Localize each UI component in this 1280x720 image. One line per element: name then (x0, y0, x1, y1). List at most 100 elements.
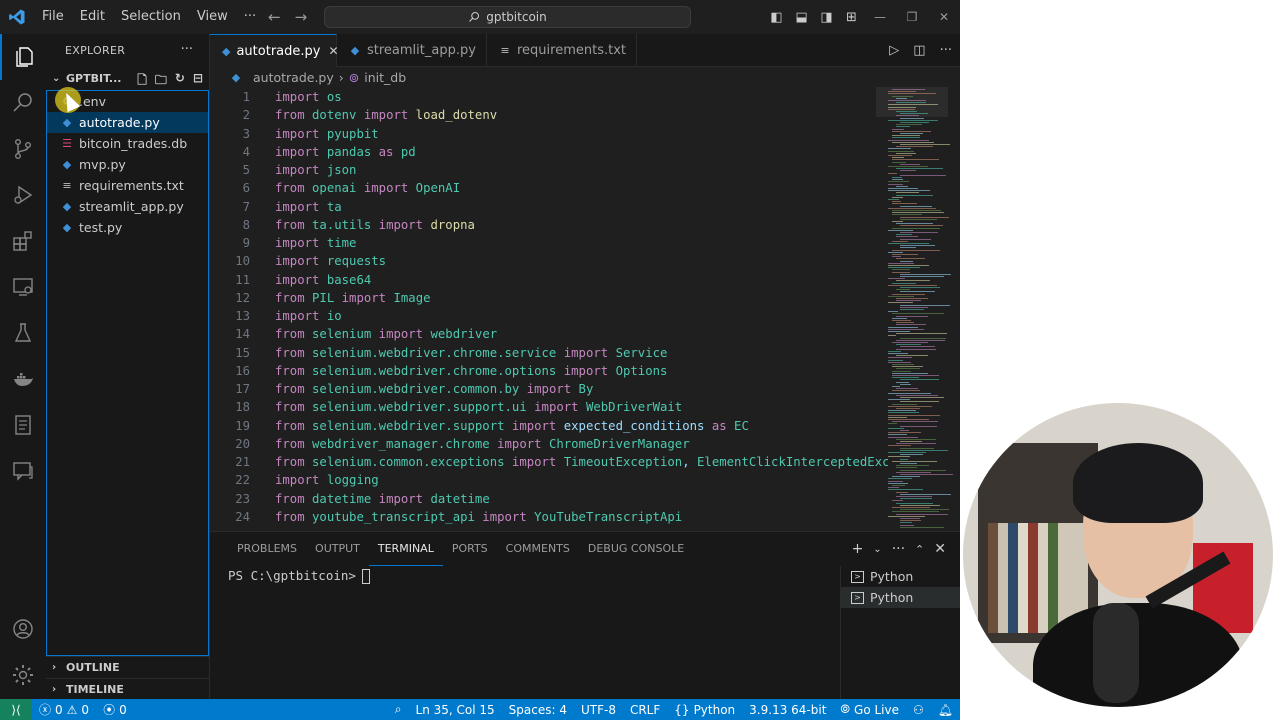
toggle-panel-icon[interactable]: ⬓ (789, 10, 814, 25)
menu-selection[interactable]: Selection (113, 0, 189, 34)
breadcrumb-file[interactable]: autotrade.py (253, 70, 334, 85)
menu-view[interactable]: View (189, 0, 236, 34)
code-line[interactable]: 13 import io (210, 307, 885, 325)
code-line[interactable]: 19 from selenium.webdriver.support import… (210, 417, 885, 435)
split-editor-icon[interactable]: ◫ (913, 43, 925, 58)
tab-terminal[interactable]: TERMINAL (368, 532, 443, 566)
chat-icon[interactable] (0, 448, 46, 494)
end-of-line[interactable]: CRLF (623, 703, 667, 717)
terminal-dropdown-icon[interactable]: ⌄ (873, 544, 881, 555)
code-line[interactable]: 2 from dotenv import load_dotenv (210, 106, 885, 124)
timeline-section[interactable]: › TIMELINE (46, 678, 209, 700)
account-icon[interactable] (0, 606, 46, 652)
collapse-all-icon[interactable]: ⊟ (193, 71, 203, 92)
back-arrow-icon[interactable]: ← (268, 8, 281, 26)
docker-icon[interactable] (0, 356, 46, 402)
explorer-more-icon[interactable]: ··· (181, 42, 193, 57)
code-line[interactable]: 20 from webdriver_manager.chrome import C… (210, 435, 885, 453)
new-file-icon[interactable]: 🗋 (137, 71, 147, 92)
folder-header[interactable]: ⌄ GPTBIT... 🗋 🗀 ↻ ⊟ (46, 67, 209, 89)
cursor-position[interactable]: Ln 35, Col 15 (409, 703, 502, 717)
tree-item-autotrade[interactable]: ◆ autotrade.py (47, 112, 208, 133)
tab-comments[interactable]: COMMENTS (497, 532, 579, 566)
terminal-more-icon[interactable]: ··· (892, 541, 905, 557)
run-python-file-icon[interactable]: ▷ (889, 43, 899, 58)
tab-streamlit-app[interactable]: ◆ streamlit_app.py (337, 34, 487, 67)
code-line[interactable]: 10 import requests (210, 252, 885, 270)
close-window-icon[interactable]: ✕ (928, 10, 960, 24)
problems-status[interactable]: ⓧ 0 ⚠ 0 (32, 701, 96, 718)
tree-item-bitcoin-trades-db[interactable]: ☰ bitcoin_trades.db (47, 133, 208, 154)
extensions-icon[interactable] (0, 218, 46, 264)
code-line[interactable]: 9 import time (210, 234, 885, 252)
indentation[interactable]: Spaces: 4 (502, 703, 574, 717)
code-line[interactable]: 6 from openai import OpenAI (210, 179, 885, 197)
command-center-search[interactable]: gptbitcoin (324, 6, 691, 28)
language-mode[interactable]: {} Python (667, 703, 742, 717)
encoding[interactable]: UTF-8 (574, 703, 623, 717)
breadcrumb-symbol[interactable]: init_db (364, 70, 406, 85)
code-line[interactable]: 12 from PIL import Image (210, 289, 885, 307)
settings-gear-icon[interactable] (0, 652, 46, 698)
code-line[interactable]: 24 from youtube_transcript_api import You… (210, 508, 885, 526)
code-line[interactable]: 4 import pandas as pd (210, 143, 885, 161)
code-line[interactable]: 17 from selenium.webdriver.common.by impo… (210, 380, 885, 398)
menu-more[interactable]: ··· (236, 0, 264, 34)
remote-indicator-icon[interactable]: ⟩⟨ (0, 699, 32, 720)
source-control-icon[interactable] (0, 126, 46, 172)
outline-section[interactable]: › OUTLINE (46, 656, 209, 678)
tab-ports[interactable]: PORTS (443, 532, 497, 566)
new-terminal-icon[interactable]: + (852, 541, 864, 557)
code-line[interactable]: 1 import os (210, 88, 885, 106)
code-line[interactable]: 3 import pyupbit (210, 125, 885, 143)
customize-layout-icon[interactable]: ⊞ (839, 10, 864, 25)
go-live-button[interactable]: ⦾ Go Live (833, 702, 906, 717)
code-line[interactable]: 8 from ta.utils import dropna (210, 216, 885, 234)
ports-status[interactable]: ⦿ 0 (96, 701, 134, 718)
tab-requirements[interactable]: ≡ requirements.txt (487, 34, 637, 67)
code-line[interactable]: 11 import base64 (210, 271, 885, 289)
run-debug-icon[interactable] (0, 172, 46, 218)
testing-flask-icon[interactable] (0, 310, 46, 356)
minimize-icon[interactable]: — (864, 10, 896, 24)
close-panel-icon[interactable]: ✕ (934, 541, 946, 557)
tab-autotrade[interactable]: ◆ autotrade.py ✕ (210, 34, 339, 67)
terminal-item[interactable]: > Python (841, 587, 960, 608)
remote-explorer-icon[interactable] (0, 264, 46, 310)
menu-file[interactable]: File (34, 0, 72, 34)
new-folder-icon[interactable]: 🗀 (155, 71, 167, 92)
toggle-sidebar-icon[interactable]: ◧ (764, 10, 789, 25)
code-line[interactable]: 16 from selenium.webdriver.chrome.options… (210, 362, 885, 380)
code-editor[interactable]: 1 import os 2 from dotenv import load_doten… (210, 87, 960, 530)
code-line[interactable]: 15 from selenium.webdriver.chrome.service… (210, 344, 885, 362)
menu-edit[interactable]: Edit (72, 0, 113, 34)
tree-item-streamlit-app[interactable]: ◆ streamlit_app.py (47, 196, 208, 217)
tab-output[interactable]: OUTPUT (306, 532, 369, 566)
code-line[interactable]: 18 from selenium.webdriver.support.ui imp… (210, 398, 885, 416)
code-line[interactable]: 21 from selenium.common.exceptions import… (210, 453, 889, 471)
tree-item-mvp[interactable]: ◆ mvp.py (47, 154, 208, 175)
minimap[interactable] (876, 87, 953, 530)
zoom-icon[interactable]: ⌕ (388, 702, 409, 717)
tab-problems[interactable]: PROBLEMS (228, 532, 306, 566)
terminal-item[interactable]: > Python (841, 566, 960, 587)
notifications-bell-icon[interactable]: 🔔︎ (931, 703, 960, 717)
forward-arrow-icon[interactable]: → (295, 8, 308, 26)
code-line[interactable]: 14 from selenium import webdriver (210, 325, 885, 343)
refresh-icon[interactable]: ↻ (175, 71, 185, 92)
tree-item-requirements[interactable]: ≡ requirements.txt (47, 175, 208, 196)
terminal-output[interactable]: PS C:\gptbitcoin> (228, 568, 370, 584)
toggle-secondary-sidebar-icon[interactable]: ◨ (814, 10, 839, 25)
code-line[interactable]: 7 import ta (210, 198, 885, 216)
search-activity-icon[interactable] (0, 80, 46, 126)
code-line[interactable]: 22 import logging (210, 471, 885, 489)
notebook-icon[interactable] (0, 402, 46, 448)
restore-icon[interactable]: ❐ (896, 10, 928, 24)
copilot-icon[interactable]: ⚇ (906, 703, 931, 717)
editor-more-icon[interactable]: ··· (940, 43, 952, 58)
tree-item-test[interactable]: ◆ test.py (47, 217, 208, 238)
tab-debug-console[interactable]: DEBUG CONSOLE (579, 532, 693, 566)
code-line[interactable]: 23 from datetime import datetime (210, 490, 885, 508)
explorer-icon[interactable] (0, 34, 46, 80)
python-interpreter[interactable]: 3.9.13 64-bit (742, 703, 833, 717)
